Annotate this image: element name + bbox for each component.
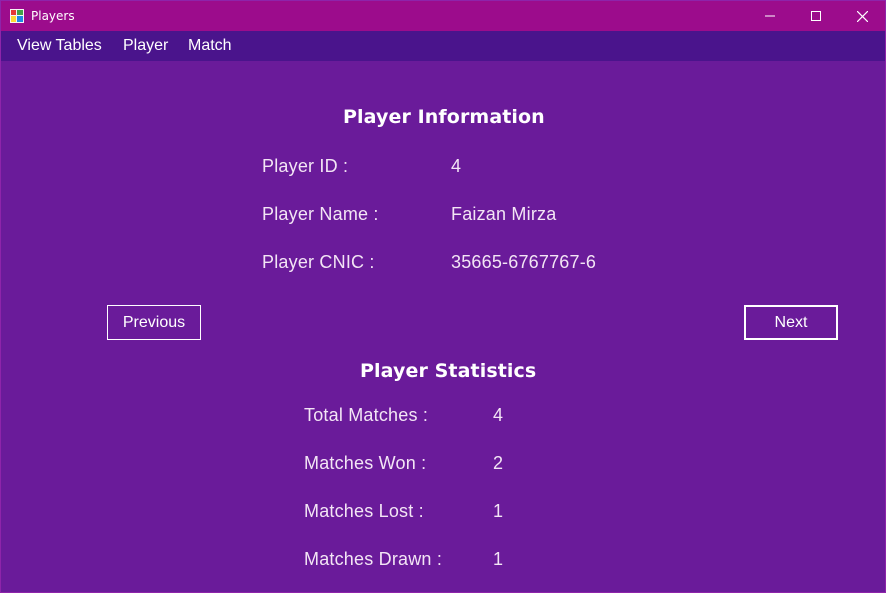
- previous-button[interactable]: Previous: [107, 305, 201, 340]
- title-bar[interactable]: Players: [1, 1, 885, 31]
- menu-view-tables[interactable]: View Tables: [17, 31, 102, 61]
- minimize-button[interactable]: [747, 1, 793, 31]
- matches-lost-label: Matches Lost :: [304, 501, 424, 521]
- close-icon: [856, 10, 868, 22]
- player-id-label: Player ID :: [262, 156, 349, 176]
- player-cnic-label: Player CNIC :: [262, 252, 375, 272]
- minimize-icon: [765, 15, 775, 17]
- menu-match[interactable]: Match: [188, 31, 232, 61]
- matches-drawn-label: Matches Drawn :: [304, 549, 443, 569]
- player-name-value: Faizan Mirza: [451, 204, 557, 224]
- matches-lost-value: 1: [493, 501, 504, 521]
- total-matches-label: Total Matches :: [304, 405, 429, 425]
- menu-player[interactable]: Player: [123, 31, 168, 61]
- close-button[interactable]: [839, 1, 885, 31]
- player-statistics-heading: Player Statistics: [360, 360, 537, 382]
- app-icon: [10, 9, 24, 23]
- next-button[interactable]: Next: [744, 305, 838, 340]
- matches-won-label: Matches Won :: [304, 453, 427, 473]
- window-title: Players: [31, 9, 75, 23]
- maximize-icon: [811, 11, 821, 21]
- total-matches-value: 4: [493, 405, 504, 425]
- maximize-button[interactable]: [793, 1, 839, 31]
- player-information-heading: Player Information: [343, 106, 545, 128]
- matches-drawn-value: 1: [493, 549, 504, 569]
- player-id-value: 4: [451, 156, 462, 176]
- players-window: Players View Tables Player Match Player …: [0, 0, 886, 593]
- menu-bar: View Tables Player Match: [1, 31, 885, 61]
- matches-won-value: 2: [493, 453, 504, 473]
- player-cnic-value: 35665-6767767-6: [451, 252, 597, 272]
- player-name-label: Player Name :: [262, 204, 379, 224]
